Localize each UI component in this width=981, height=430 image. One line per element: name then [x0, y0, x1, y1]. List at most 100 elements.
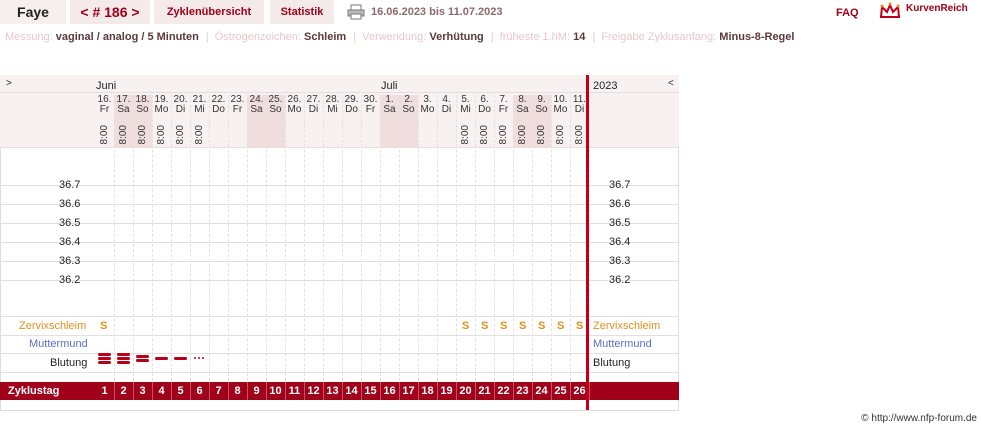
bleeding-label-right: Blutung — [593, 357, 631, 369]
temperature-label: 36.2 — [59, 274, 81, 286]
temperature-label: 36.4 — [609, 236, 631, 248]
day-column[interactable]: 24. Sa — [247, 95, 266, 147]
tab-cycle-overview[interactable]: Zyklenübersicht — [154, 0, 264, 24]
cycle-day-number: 10 — [269, 385, 282, 397]
nav-next-arrow[interactable]: > — [6, 78, 12, 89]
day-column[interactable]: 25. So — [266, 95, 285, 147]
cycle-day-number: 13 — [326, 385, 339, 397]
cycle-day-number: 23 — [516, 385, 529, 397]
measure-time: 8:00 — [460, 125, 471, 145]
date-range: 16.06.2023 bis 11.07.2023 — [371, 6, 503, 18]
cycle-day-number: 20 — [459, 385, 472, 397]
measure-time: 8:00 — [536, 125, 547, 145]
day-weekday: Sa — [117, 104, 130, 115]
cycle-day-number: 24 — [535, 385, 548, 397]
cervix-label-right: Muttermund — [593, 338, 652, 350]
day-weekday: Mi — [327, 104, 338, 115]
earliest-hm-value: 14 — [573, 31, 586, 43]
day-column[interactable]: 1. Sa — [380, 95, 399, 147]
temperature-label: 36.3 — [609, 255, 631, 267]
day-column[interactable]: 26. Mo — [285, 95, 304, 147]
temperature-label: 36.4 — [59, 236, 81, 248]
cycle-day-label: Zyklustag — [8, 385, 60, 397]
day-weekday: Mo — [287, 104, 302, 115]
day-column[interactable]: 23. Fr — [228, 95, 247, 147]
day-column[interactable]: 30. Fr — [361, 95, 380, 147]
cycle-navigator[interactable]: < # 186 > — [70, 0, 150, 24]
day-column[interactable]: 3. Mo — [418, 95, 437, 147]
measure-time: 8:00 — [555, 125, 566, 145]
temperature-label: 36.7 — [59, 179, 81, 191]
day-column[interactable]: 29. Do — [342, 95, 361, 147]
day-weekday: Mi — [194, 104, 205, 115]
temperature-label: 36.5 — [59, 217, 81, 229]
temperature-label: 36.2 — [609, 274, 631, 286]
brand-name[interactable]: KurvenReich — [906, 3, 968, 14]
cervical-mucus-label: Zervixschleim — [19, 320, 87, 332]
temperature-label: 36.6 — [609, 198, 631, 210]
day-divider — [589, 95, 590, 381]
bleeding-mark — [98, 353, 111, 356]
day-weekday: Fr — [498, 104, 509, 115]
day-weekday: So — [269, 104, 282, 115]
mucus-mark: S — [462, 320, 470, 332]
cervical-mucus-label-right: Zervixschleim — [593, 320, 661, 332]
measure-time: 8:00 — [175, 125, 186, 145]
spotting-mark — [194, 357, 196, 359]
temperature-label: 36.3 — [59, 255, 81, 267]
bleeding-mark — [117, 353, 130, 356]
day-weekday: Sa — [516, 104, 529, 115]
measure-time: 8:00 — [574, 125, 585, 145]
cycle-day-number: 14 — [345, 385, 358, 397]
day-weekday: Do — [345, 104, 358, 115]
spotting-mark — [202, 357, 204, 359]
bleeding-mark — [136, 359, 149, 362]
top-bar: Faye < # 186 > Zyklenübersicht Statistik… — [0, 0, 981, 25]
day-weekday: Fr — [365, 104, 376, 115]
cycle-day-number: 12 — [307, 385, 320, 397]
day-column[interactable]: 4. Di — [437, 95, 456, 147]
estrogen-value: Schleim — [304, 31, 347, 43]
day-weekday: Mo — [420, 104, 435, 115]
mucus-mark: S — [100, 320, 108, 332]
tab-statistics[interactable]: Statistik — [270, 0, 334, 24]
month-july: Juli — [381, 80, 398, 92]
measure-time: 8:00 — [118, 125, 129, 145]
copyright-text: © http://www.nfp-forum.de — [861, 413, 977, 424]
cycle-day-number: 15 — [364, 385, 377, 397]
bleeding-mark — [174, 357, 187, 360]
day-weekday: Sa — [250, 104, 263, 115]
printer-icon[interactable] — [347, 4, 365, 20]
measure-time: 8:00 — [99, 125, 110, 145]
cycle-day-number: 1 — [101, 385, 108, 397]
day-column[interactable]: 2. So — [399, 95, 418, 147]
bleeding-mark — [155, 357, 168, 360]
bleeding-mark — [136, 355, 149, 358]
crown-logo-icon[interactable] — [879, 2, 901, 20]
day-column[interactable]: 28. Mi — [323, 95, 342, 147]
mucus-mark: S — [519, 320, 527, 332]
cycle-day-number: 7 — [215, 385, 222, 397]
day-weekday: Do — [478, 104, 491, 115]
bleeding-mark — [117, 357, 130, 360]
bleeding-mark — [98, 357, 111, 360]
day-weekday: Mo — [553, 104, 568, 115]
temperature-label: 36.5 — [609, 217, 631, 229]
release-value: Minus-8-Regel — [719, 31, 795, 43]
day-weekday: Mo — [154, 104, 169, 115]
nav-prev-arrow[interactable]: < — [668, 78, 674, 89]
bleeding-mark — [98, 361, 111, 364]
spotting-mark — [198, 357, 200, 359]
cycle-day-number: 18 — [421, 385, 434, 397]
cycle-day-number: 16 — [383, 385, 396, 397]
cycle-day-number: 22 — [497, 385, 510, 397]
cycle-day-number: 3 — [139, 385, 146, 397]
faq-link[interactable]: FAQ — [836, 7, 859, 19]
mucus-mark: S — [557, 320, 565, 332]
measure-time: 8:00 — [156, 125, 167, 145]
day-column[interactable]: 22. Do — [209, 95, 228, 147]
day-column[interactable]: 27. Di — [304, 95, 323, 147]
day-weekday: Fr — [232, 104, 243, 115]
cycle-info-line: Messung: vaginal / analog / 5 Minuten | Ö… — [5, 31, 795, 43]
usage-value: Verhütung — [429, 31, 484, 43]
